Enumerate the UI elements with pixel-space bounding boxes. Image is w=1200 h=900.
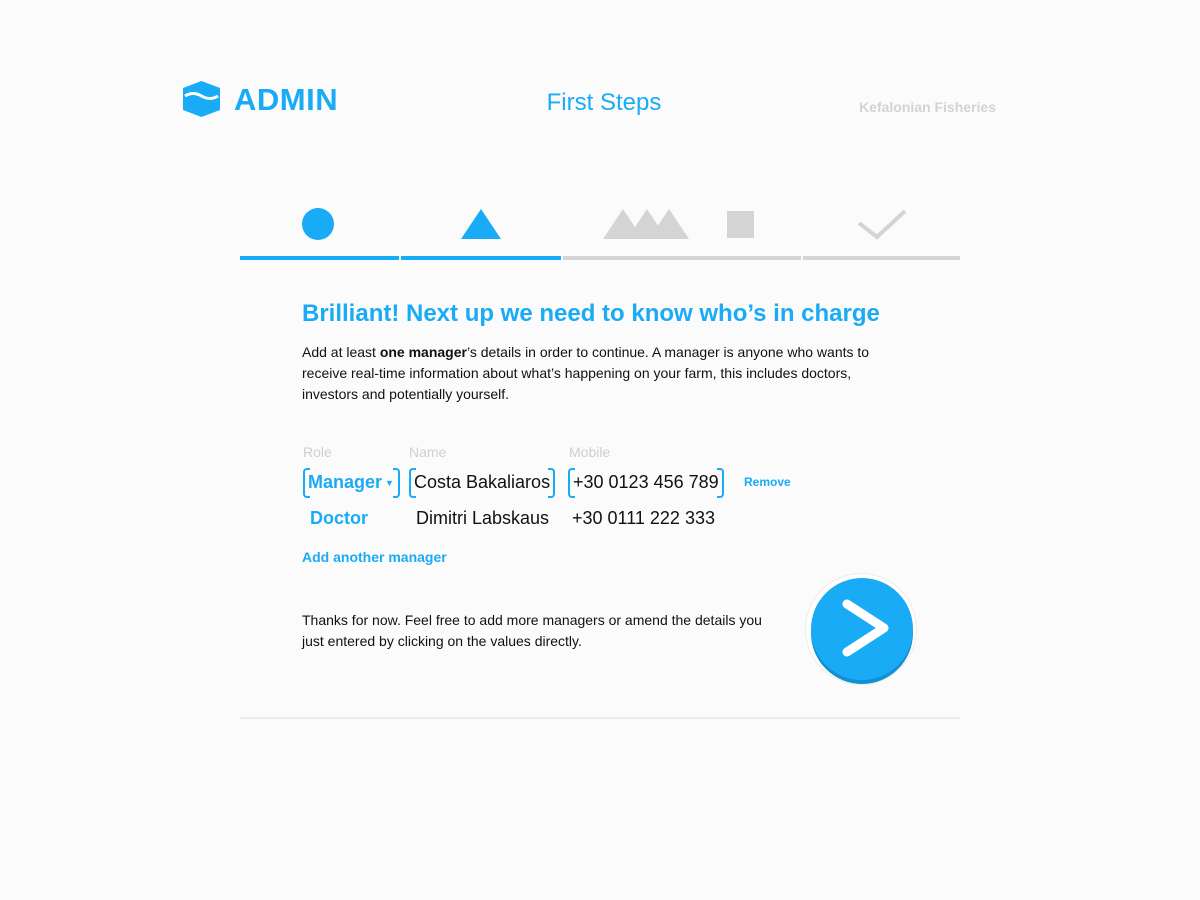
step-3-bar: [563, 256, 801, 260]
thanks-text: Thanks for now. Feel free to add more ma…: [302, 612, 762, 649]
column-header-mobile: Mobile: [569, 444, 611, 460]
step-2-bar: [401, 256, 561, 260]
square-icon: [727, 211, 754, 238]
step-2[interactable]: [401, 200, 561, 260]
step-4[interactable]: [803, 200, 960, 260]
mobile-input[interactable]: +30 0123 456 789: [568, 468, 724, 498]
circle-icon: [302, 208, 334, 240]
main-content: Brilliant! Next up we need to know who’s…: [302, 298, 902, 405]
name-input[interactable]: Costa Bakaliaros: [409, 468, 556, 498]
add-manager-link[interactable]: Add another manager: [302, 549, 447, 565]
remove-manager-link[interactable]: Remove: [744, 475, 791, 489]
mobile-value[interactable]: +30 0111 222 333: [572, 504, 715, 532]
role-value[interactable]: Doctor: [310, 504, 368, 532]
column-header-name: Name: [409, 444, 447, 460]
progress-stepper: [240, 200, 960, 260]
dropdown-caret-icon: ▼: [385, 478, 394, 489]
page-title: First Steps: [546, 89, 662, 116]
organization-name[interactable]: Kefalonian Fisheries: [859, 99, 996, 115]
step-1-bar: [240, 256, 399, 260]
mountains-icon: [603, 209, 689, 239]
footer-divider: [240, 717, 960, 719]
step-4-bar: [803, 256, 960, 260]
triangle-icon: [461, 209, 501, 239]
column-header-role: Role: [303, 444, 332, 460]
next-button[interactable]: [805, 573, 917, 685]
role-select[interactable]: Manager ▼: [303, 468, 400, 498]
step-3[interactable]: [563, 200, 801, 260]
name-value[interactable]: Dimitri Labskaus: [416, 504, 549, 532]
checkmark-icon: [857, 209, 907, 240]
step-1[interactable]: [240, 200, 399, 260]
intro-text: Add at least one manager’s details in or…: [302, 344, 870, 402]
chevron-right-icon: [842, 599, 889, 657]
section-heading: Brilliant! Next up we need to know who’s…: [302, 300, 880, 327]
